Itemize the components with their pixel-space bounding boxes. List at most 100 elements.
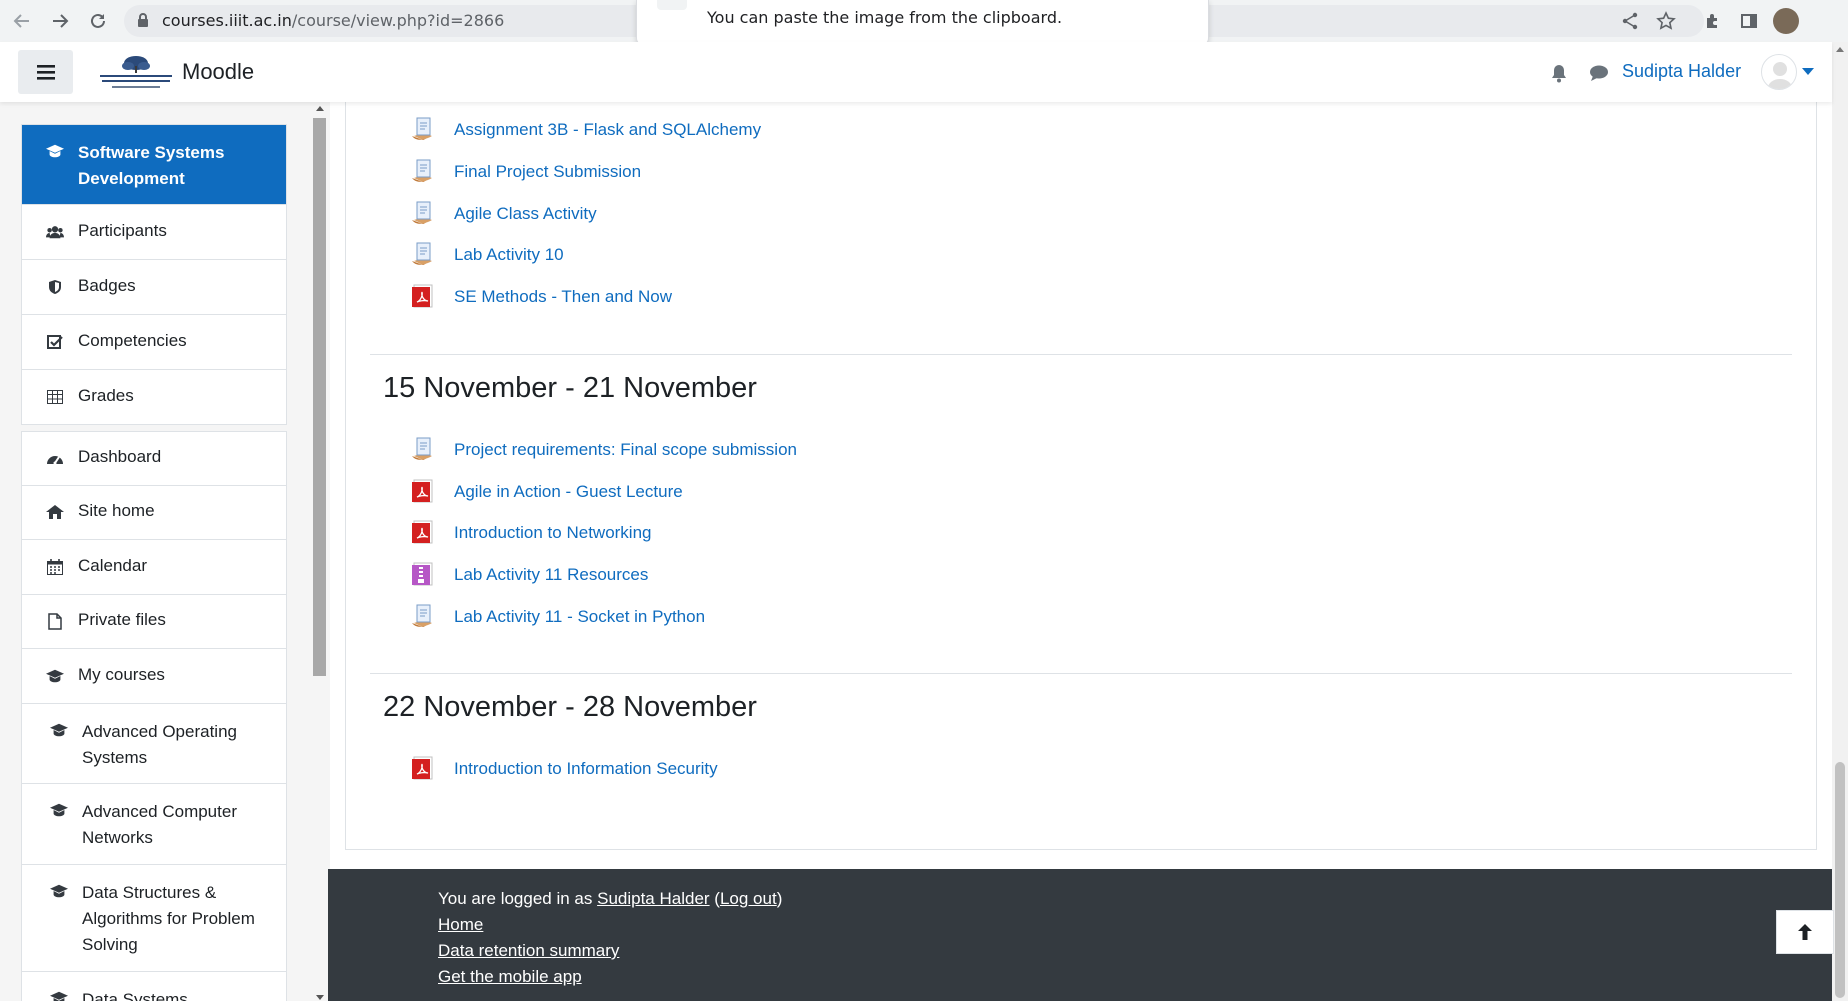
pdf-icon bbox=[412, 479, 433, 503]
nav-item-label: Participants bbox=[78, 221, 167, 240]
activity-link[interactable]: Lab Activity 11 Resources bbox=[454, 565, 648, 585]
archive-icon bbox=[412, 562, 433, 586]
nav-item-course-data-systems[interactable]: Data Systems bbox=[22, 972, 286, 1001]
footer-mobile-app-link[interactable]: Get the mobile app bbox=[438, 967, 582, 986]
url-text[interactable]: courses.iiit.ac.in/course/view.php?id=28… bbox=[162, 11, 504, 30]
nav-item-competencies[interactable]: Competencies bbox=[22, 315, 286, 370]
nav-item-participants[interactable]: Participants bbox=[22, 205, 286, 260]
pdf-icon bbox=[412, 520, 433, 544]
lock-icon[interactable] bbox=[136, 12, 150, 33]
user-menu-caret-icon[interactable] bbox=[1802, 68, 1814, 75]
nav-item-site-home[interactable]: Site home bbox=[22, 486, 286, 540]
activity-item[interactable]: Project requirements: Final scope submis… bbox=[410, 436, 797, 464]
nav-drawer: Software Systems Development Participant… bbox=[0, 102, 330, 1001]
activity-item[interactable]: Lab Activity 10 bbox=[410, 241, 564, 269]
nav-item-course-home[interactable]: Software Systems Development bbox=[22, 125, 286, 205]
nav-item-label: Private files bbox=[78, 610, 166, 629]
user-menu-name[interactable]: Sudipta Halder bbox=[1622, 61, 1741, 82]
nav-item-label: Data Systems bbox=[82, 990, 188, 1001]
graduation-cap-icon bbox=[50, 882, 68, 900]
footer-data-retention-link[interactable]: Data retention summary bbox=[438, 941, 619, 960]
graduation-cap-icon bbox=[46, 142, 64, 160]
graduation-cap-icon bbox=[50, 989, 68, 1001]
activity-link[interactable]: Agile Class Activity bbox=[454, 204, 597, 224]
drawer-toggle-button[interactable] bbox=[18, 50, 73, 94]
page-footer: You are logged in as Sudipta Halder (Log… bbox=[328, 869, 1832, 1001]
activity-link[interactable]: Lab Activity 10 bbox=[454, 245, 564, 265]
drawer-scrollbar-thumb[interactable] bbox=[313, 118, 326, 676]
section-title[interactable]: 22 November - 28 November bbox=[383, 691, 757, 724]
nav-item-grades[interactable]: Grades bbox=[22, 370, 286, 424]
nav-item-course-dsa[interactable]: Data Structures & Algorithms for Problem… bbox=[22, 865, 286, 972]
activity-item[interactable]: Assignment 3B - Flask and SQLAlchemy bbox=[410, 116, 761, 144]
section-divider bbox=[370, 673, 1792, 674]
page-scroll-up-icon[interactable] bbox=[1836, 47, 1844, 52]
nav-item-label: Advanced Computer Networks bbox=[82, 802, 237, 847]
logout-open: ( bbox=[709, 889, 720, 908]
section-divider bbox=[370, 354, 1792, 355]
nav-item-dashboard[interactable]: Dashboard bbox=[22, 432, 286, 486]
notification-bell-icon[interactable] bbox=[1548, 62, 1570, 84]
site-header: Moodle Sudipta Halder bbox=[0, 42, 1832, 102]
home-icon bbox=[46, 503, 64, 521]
messages-chat-icon[interactable] bbox=[1588, 62, 1610, 84]
logout-link[interactable]: Log out bbox=[720, 889, 777, 908]
activity-link[interactable]: Lab Activity 11 - Socket in Python bbox=[454, 607, 705, 627]
activity-link[interactable]: Assignment 3B - Flask and SQLAlchemy bbox=[454, 120, 761, 140]
footer-user-link[interactable]: Sudipta Halder bbox=[597, 889, 709, 908]
logout-close: ) bbox=[776, 889, 783, 908]
course-nav-group: Software Systems Development Participant… bbox=[21, 124, 287, 425]
nav-item-private-files[interactable]: Private files bbox=[22, 595, 286, 649]
activity-link[interactable]: Final Project Submission bbox=[454, 162, 641, 182]
activity-item[interactable]: Lab Activity 11 Resources bbox=[410, 561, 648, 589]
dashboard-icon bbox=[46, 449, 64, 467]
activity-link[interactable]: Project requirements: Final scope submis… bbox=[454, 440, 797, 460]
assignment-icon bbox=[412, 437, 432, 460]
activity-item[interactable]: Agile Class Activity bbox=[410, 200, 597, 228]
check-square-icon bbox=[46, 333, 64, 351]
activity-item[interactable]: SE Methods - Then and Now bbox=[410, 283, 672, 311]
footer-home-link[interactable]: Home bbox=[438, 915, 483, 934]
hamburger-icon bbox=[36, 65, 55, 80]
bookmark-star-icon[interactable] bbox=[1655, 10, 1677, 32]
activity-item[interactable]: Introduction to Networking bbox=[410, 519, 652, 547]
site-name[interactable]: Moodle bbox=[182, 59, 254, 85]
forward-icon[interactable] bbox=[48, 9, 72, 33]
activity-item[interactable]: Agile in Action - Guest Lecture bbox=[410, 478, 683, 506]
nav-item-label: My courses bbox=[78, 665, 165, 684]
section-title[interactable]: 15 November - 21 November bbox=[383, 372, 757, 405]
file-icon bbox=[46, 612, 64, 630]
nav-item-label: Advanced Operating Systems bbox=[82, 722, 237, 767]
activity-link[interactable]: Introduction to Information Security bbox=[454, 759, 718, 779]
activity-link[interactable]: Introduction to Networking bbox=[454, 523, 652, 543]
user-avatar[interactable] bbox=[1761, 54, 1797, 90]
profile-avatar-icon[interactable] bbox=[1773, 8, 1799, 34]
clipboard-icon bbox=[657, 0, 687, 10]
nav-item-course-aos[interactable]: Advanced Operating Systems bbox=[22, 704, 286, 784]
activity-item[interactable]: Introduction to Information Security bbox=[410, 755, 718, 783]
drawer-scroll-up-icon[interactable] bbox=[316, 106, 324, 111]
assignment-icon bbox=[412, 117, 432, 140]
activity-link[interactable]: SE Methods - Then and Now bbox=[454, 287, 672, 307]
nav-item-course-acn[interactable]: Advanced Computer Networks bbox=[22, 784, 286, 865]
share-icon[interactable] bbox=[1619, 10, 1641, 32]
url-host: courses.iiit.ac.in bbox=[162, 11, 292, 30]
nav-item-calendar[interactable]: Calendar bbox=[22, 540, 286, 595]
back-to-top-button[interactable] bbox=[1776, 910, 1834, 954]
page-scrollbar-thumb[interactable] bbox=[1835, 762, 1845, 998]
nav-item-label: Grades bbox=[78, 386, 134, 405]
activity-item[interactable]: Lab Activity 11 - Socket in Python bbox=[410, 603, 705, 631]
drawer-scroll-down-icon[interactable] bbox=[316, 995, 324, 1000]
activity-item[interactable]: Final Project Submission bbox=[410, 158, 641, 186]
site-logo[interactable] bbox=[98, 52, 174, 92]
nav-item-my-courses[interactable]: My courses bbox=[22, 649, 286, 704]
assignment-icon bbox=[412, 201, 432, 224]
extensions-icon[interactable] bbox=[1702, 10, 1724, 32]
activity-link[interactable]: Agile in Action - Guest Lecture bbox=[454, 482, 683, 502]
reload-icon[interactable] bbox=[86, 9, 110, 33]
side-panel-icon[interactable] bbox=[1738, 10, 1760, 32]
back-icon[interactable] bbox=[10, 9, 34, 33]
nav-item-label: Competencies bbox=[78, 331, 187, 350]
nav-item-badges[interactable]: Badges bbox=[22, 260, 286, 315]
graduation-cap-icon bbox=[50, 721, 68, 739]
